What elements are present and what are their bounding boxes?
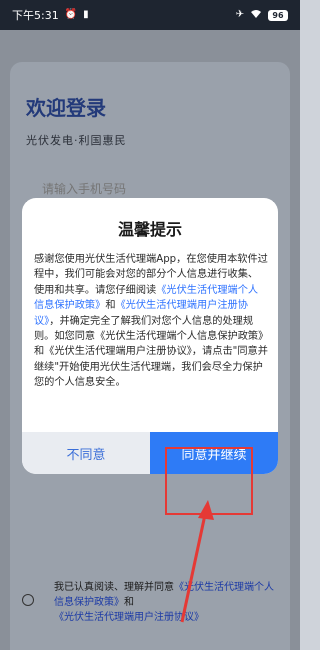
welcome-title: 欢迎登录 bbox=[26, 96, 106, 120]
agreement-prefix: 我已认真阅读、理解并同意 bbox=[54, 582, 174, 593]
privacy-dialog: 温馨提示 感谢您使用光伏生活代理端App，在您使用本软件过程中，我们可能会对您的… bbox=[22, 198, 278, 474]
agreement-text: 我已认真阅读、理解并同意《光伏生活代理端个人信息保护政策》和《光伏生活代理端用户… bbox=[40, 580, 282, 625]
dialog-body: 感谢您使用光伏生活代理端App，在您使用本软件过程中，我们可能会对您的部分个人信… bbox=[34, 252, 268, 391]
agreement-radio[interactable] bbox=[22, 594, 34, 606]
airplane-icon: ✈ bbox=[235, 9, 244, 20]
status-left: 下午5:31 ⏰ ▮ bbox=[12, 7, 89, 23]
alarm-icon: ⏰ bbox=[64, 9, 78, 20]
dialog-title: 温馨提示 bbox=[117, 220, 182, 239]
status-right: ✈ 96 bbox=[236, 9, 288, 22]
agreement-row: 我已认真阅读、理解并同意《光伏生活代理端个人信息保护政策》和《光伏生活代理端用户… bbox=[22, 580, 282, 625]
dialog-and: 和 bbox=[105, 300, 116, 312]
annotation-arrow-icon bbox=[180, 500, 214, 623]
status-time: 下午5:31 bbox=[12, 9, 59, 22]
disagree-button[interactable]: 不同意 bbox=[22, 432, 150, 474]
wifi-icon bbox=[250, 9, 262, 22]
battery-icon: 96 bbox=[268, 9, 288, 21]
agreement-and: 和 bbox=[124, 597, 134, 608]
dialog-text-2: ，并确定完全了解我们对您个人信息的处理规则。如您同意《光伏生活代理端个人信息保护… bbox=[34, 315, 268, 389]
welcome-subtitle: 光伏发电·利国惠民 bbox=[26, 134, 127, 147]
status-bar: 下午5:31 ⏰ ▮ ✈ 96 bbox=[0, 0, 300, 30]
sim-icon: ▮ bbox=[83, 9, 89, 20]
